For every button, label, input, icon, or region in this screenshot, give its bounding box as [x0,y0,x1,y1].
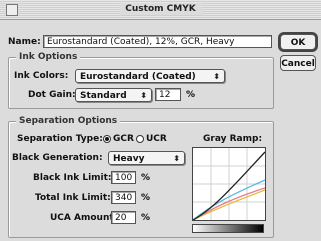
window-title: Custom CMYK [119,3,202,15]
total-ink-limit-label: Total Ink Limit: [35,193,111,203]
gray-ramp-graph [192,147,266,221]
black-ink-limit-label: Black Ink Limit: [33,173,112,183]
gray-ramp-curves [193,148,265,220]
dot-gain-mode: Standard [80,91,127,101]
dot-gain-label: Dot Gain: [28,90,76,100]
ink-colors-popup[interactable]: Eurostandard (Coated) ⬍ [75,69,225,83]
black-generation-value: Heavy [113,154,145,164]
ok-button[interactable]: OK [280,34,316,50]
popup-arrows-icon: ⬍ [140,91,147,100]
dot-gain-popup[interactable]: Standard ⬍ [75,88,152,102]
title-bar[interactable]: Custom CMYK [0,0,321,20]
black-ink-limit-field[interactable]: 100 [111,171,136,184]
cancel-button[interactable]: Cancel [280,55,316,71]
dot-gain-field[interactable]: 12 [155,88,181,101]
ink-colors-value: Eurostandard (Coated) [80,72,196,82]
ucr-radio[interactable] [136,135,144,143]
ramp-grid [193,148,265,220]
popup-arrows-icon: ⬍ [173,154,180,163]
separation-options-title: Separation Options [16,115,121,127]
popup-arrows-icon: ⬍ [213,72,220,81]
gray-ramp-label: Gray Ramp: [203,134,263,144]
total-ink-limit-field[interactable]: 340 [111,191,136,204]
uca-amount-unit: % [141,213,151,223]
total-ink-limit-unit: % [141,193,151,203]
separation-type-label: Separation Type: [17,134,103,144]
gcr-radio[interactable] [103,135,111,143]
black-ink-limit-unit: % [141,173,151,183]
name-label: Name: [8,37,41,47]
gcr-label: GCR [113,134,134,144]
gray-ramp-gradient-bar [192,224,264,233]
ucr-label: UCR [146,134,167,144]
black-generation-popup[interactable]: Heavy ⬍ [108,151,185,165]
uca-amount-label: UCA Amount: [50,213,118,223]
close-box-icon[interactable] [6,4,18,16]
name-field[interactable]: Eurostandard (Coated), 12%, GCR, Heavy [43,35,272,48]
ink-options-title: Ink Options [16,51,81,63]
black-generation-label: Black Generation: [12,153,103,163]
uca-amount-field[interactable]: 20 [111,211,136,224]
ink-colors-label: Ink Colors: [14,71,69,81]
dot-gain-unit: % [186,90,196,100]
